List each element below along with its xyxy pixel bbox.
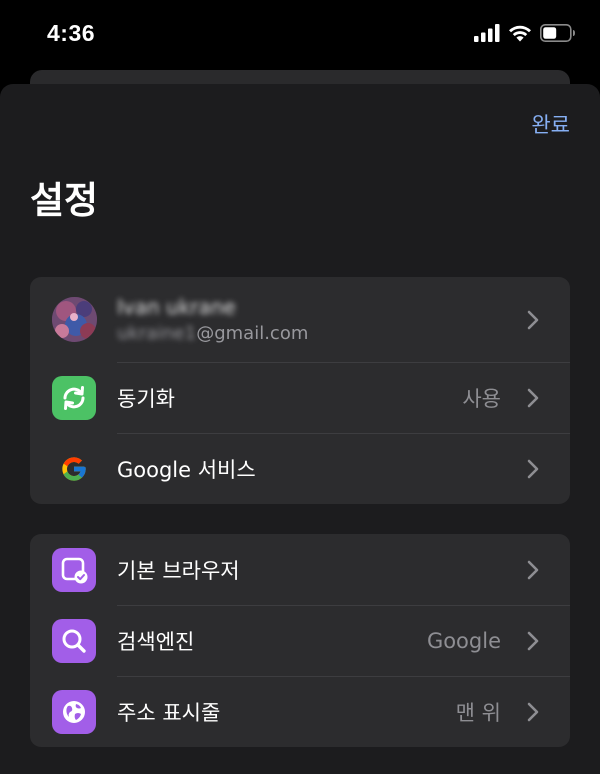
default-browser-icon xyxy=(52,547,96,592)
chevron-right-icon xyxy=(527,459,539,478)
globe-icon xyxy=(52,689,96,734)
settings-screen: 4:36 완료 설정 Ivan ukrane ukraine1@gmail.co… xyxy=(0,0,600,774)
google-services-label: Google 서비스 xyxy=(117,457,256,482)
account-name: Ivan ukrane xyxy=(117,295,236,319)
status-time: 4:36 xyxy=(47,20,96,46)
sync-icon xyxy=(52,375,96,420)
account-email-domain: @gmail.com xyxy=(196,323,309,344)
account-sync-group: Ivan ukrane ukraine1@gmail.com 동기화 사용 Go… xyxy=(30,277,570,504)
avatar xyxy=(52,297,97,342)
status-bar: 4:36 xyxy=(0,0,600,70)
done-button[interactable]: 완료 xyxy=(531,109,570,139)
search-engine-label: 검색엔진 xyxy=(117,629,195,654)
address-bar-label: 주소 표시줄 xyxy=(117,700,221,725)
search-icon xyxy=(52,618,96,663)
address-bar-row[interactable]: 주소 표시줄 맨 위 xyxy=(30,676,570,747)
chevron-right-icon xyxy=(527,388,539,407)
chevron-right-icon xyxy=(527,702,539,721)
default-browser-label: 기본 브라우저 xyxy=(117,558,240,583)
account-row[interactable]: Ivan ukrane ukraine1@gmail.com xyxy=(30,277,570,362)
signal-icon xyxy=(474,24,500,42)
default-browser-row[interactable]: 기본 브라우저 xyxy=(30,534,570,605)
status-icons xyxy=(474,24,576,42)
browser-settings-group: 기본 브라우저 검색엔진 Google 주소 표시줄 맨 위 xyxy=(30,534,570,747)
address-bar-value: 맨 위 xyxy=(455,700,501,725)
account-email-masked: ukraine1 xyxy=(117,323,197,344)
search-engine-row[interactable]: 검색엔진 Google xyxy=(30,605,570,676)
google-icon xyxy=(52,447,96,491)
account-email: ukraine1@gmail.com xyxy=(117,323,308,344)
battery-icon xyxy=(540,24,576,42)
settings-sheet: 완료 설정 Ivan ukrane ukraine1@gmail.com 동기화… xyxy=(0,84,600,774)
sync-value: 사용 xyxy=(462,386,501,411)
google-services-row[interactable]: Google 서비스 xyxy=(30,433,570,504)
search-engine-value: Google xyxy=(426,628,501,653)
chevron-right-icon xyxy=(527,560,539,579)
sync-row[interactable]: 동기화 사용 xyxy=(30,362,570,433)
chevron-right-icon xyxy=(527,631,539,650)
sync-label: 동기화 xyxy=(117,386,175,411)
page-title: 설정 xyxy=(30,179,99,222)
chevron-right-icon xyxy=(527,310,539,329)
wifi-icon xyxy=(508,24,532,42)
